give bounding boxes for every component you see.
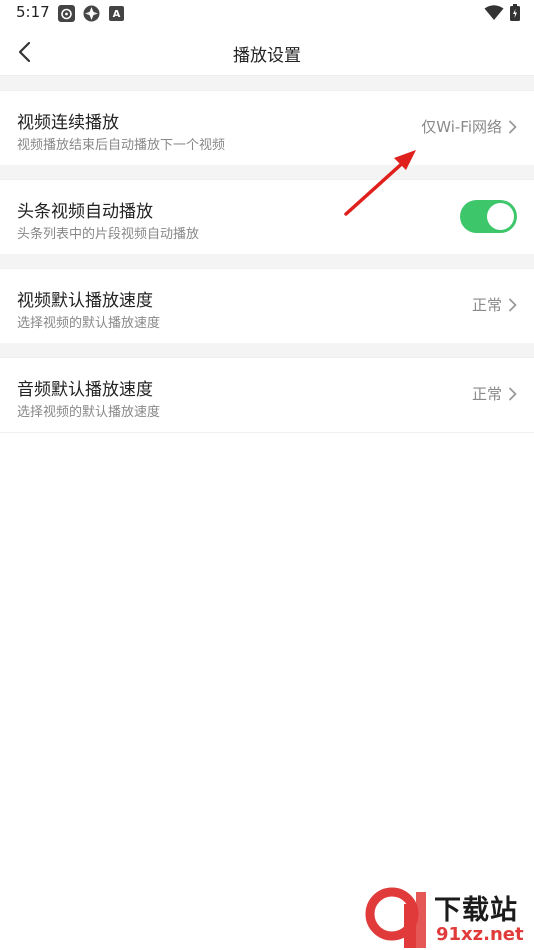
battery-icon: [510, 4, 520, 25]
setting-value: 正常: [472, 294, 518, 315]
page-title: 播放设置: [233, 46, 301, 66]
setting-value: 正常: [472, 383, 518, 404]
a-letter-icon: A: [108, 5, 125, 22]
status-system-icons: [484, 4, 520, 25]
weibo-icon: [58, 5, 75, 22]
a-letter-glyph: A: [112, 8, 121, 20]
setting-value-text: 仅Wi-Fi网络: [421, 118, 502, 136]
setting-video-continuous-play[interactable]: 视频连续播放 视频播放结束后自动播放下一个视频 仅Wi-Fi网络: [0, 90, 534, 165]
autoplay-toggle[interactable]: [460, 200, 517, 233]
watermark-text: 下载站: [434, 895, 518, 926]
setting-headline-video-autoplay: 头条视频自动播放 头条列表中的片段视频自动播放: [0, 179, 534, 254]
annotation-arrow-icon: [344, 150, 416, 216]
setting-value-text: 正常: [471, 385, 502, 403]
watermark-url: 91xz.net: [436, 924, 524, 945]
section-divider: [0, 342, 534, 358]
section-divider: [0, 75, 534, 91]
chevron-right-icon: [509, 120, 517, 133]
setting-audio-default-speed[interactable]: 音频默认播放速度 选择视频的默认播放速度 正常: [0, 357, 534, 433]
setting-value-text: 正常: [471, 296, 502, 314]
setting-title: 视频连续播放: [17, 113, 119, 133]
aperture-icon: [83, 5, 100, 22]
watermark-logo-icon: [365, 887, 426, 948]
setting-subtitle: 选择视频的默认播放速度: [17, 316, 161, 331]
setting-value: 仅Wi-Fi网络: [421, 116, 518, 137]
setting-title: 头条视频自动播放: [17, 202, 153, 222]
setting-title: 音频默认播放速度: [17, 380, 153, 400]
chevron-right-icon: [509, 387, 517, 400]
section-divider: [0, 164, 534, 180]
site-watermark: 下载站 91xz.net: [362, 884, 534, 950]
section-divider: [0, 253, 534, 269]
setting-subtitle: 视频播放结束后自动播放下一个视频: [17, 138, 226, 153]
nav-bar: 播放设置: [0, 28, 534, 76]
status-notification-icons: A: [58, 5, 125, 22]
setting-subtitle: 头条列表中的片段视频自动播放: [17, 227, 200, 242]
setting-video-default-speed[interactable]: 视频默认播放速度 选择视频的默认播放速度 正常: [0, 268, 534, 343]
wifi-icon: [484, 4, 504, 25]
chevron-right-icon: [509, 298, 517, 311]
status-bar: 5:17 A: [0, 0, 534, 28]
setting-subtitle: 选择视频的默认播放速度: [17, 405, 161, 420]
status-time: 5:17: [16, 3, 50, 21]
setting-title: 视频默认播放速度: [17, 291, 153, 311]
toggle-knob: [487, 203, 514, 230]
